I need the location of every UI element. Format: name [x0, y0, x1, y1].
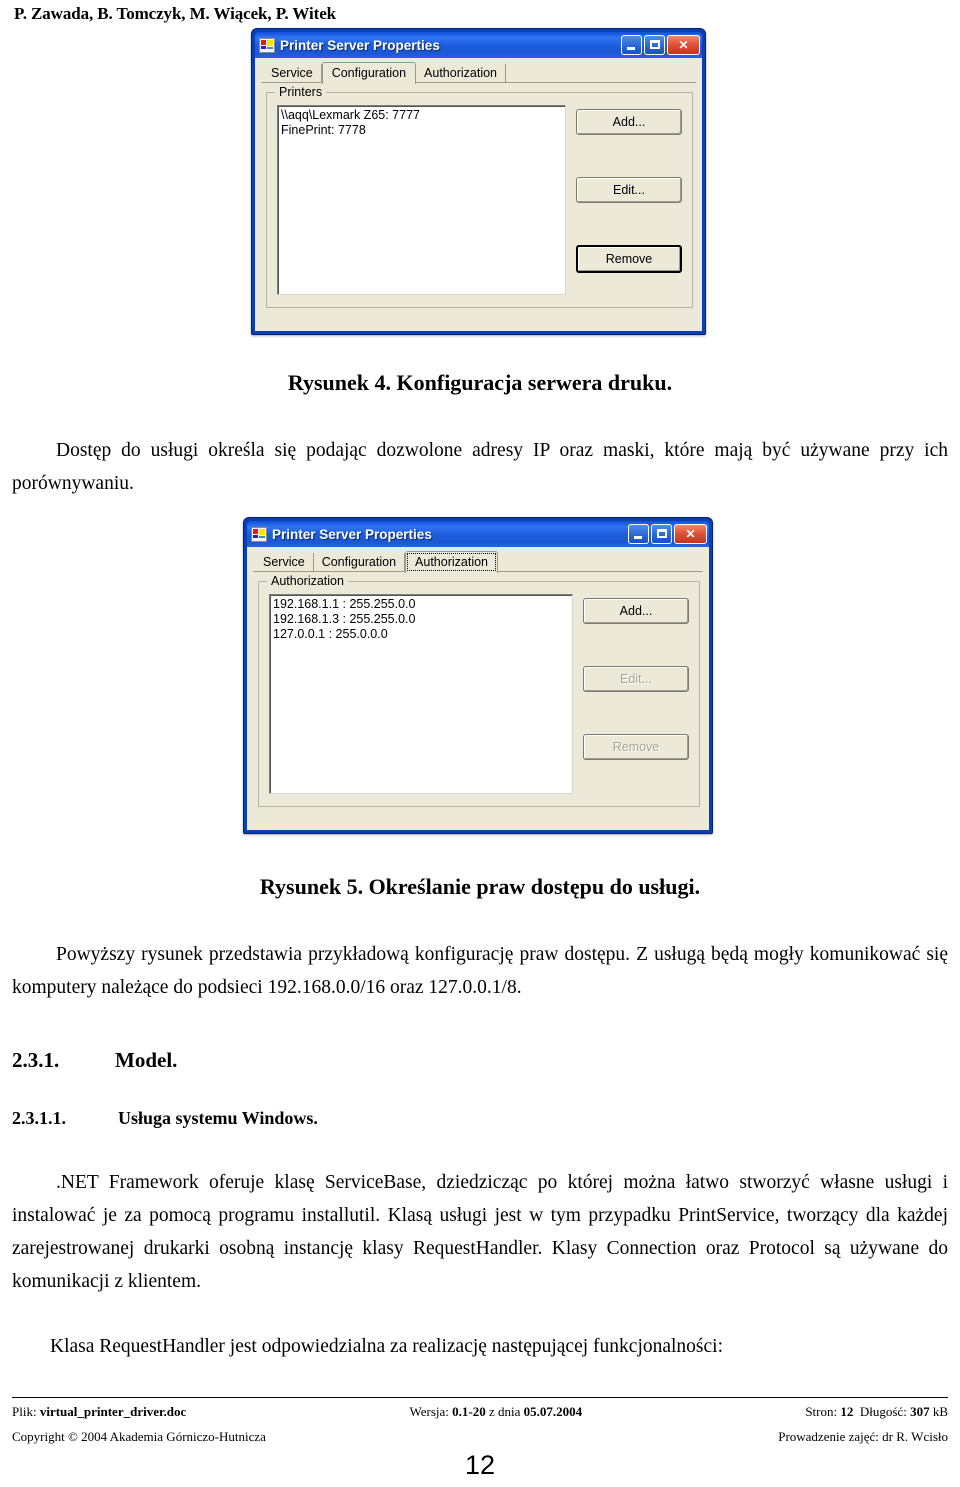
footer-pages-size: Stron: 12 Długość: 307 kB — [805, 1404, 948, 1420]
edit-button[interactable]: Edit... — [576, 177, 682, 203]
remove-button[interactable]: Remove — [576, 245, 682, 273]
maximize-icon[interactable] — [644, 35, 665, 55]
dialog1-title: Printer Server Properties — [280, 37, 440, 53]
footer-file-name: virtual_printer_driver.doc — [39, 1404, 187, 1419]
tab-authorization[interactable]: Authorization — [416, 64, 507, 83]
footer-file-label: Plik: — [12, 1404, 37, 1419]
footer-line-2: Copyright © 2004 Akademia Górniczo-Hutni… — [12, 1429, 948, 1445]
close-icon[interactable]: ✕ — [674, 524, 707, 544]
list-item[interactable]: 192.168.1.1 : 255.255.0.0 — [273, 597, 569, 612]
figure-5-caption: Rysunek 5. Określanie praw dostępu do us… — [259, 874, 701, 899]
authorization-button-column: Add... Edit... Remove — [583, 594, 689, 794]
dialog2-body: Service Configuration Authorization Auth… — [247, 547, 709, 830]
printers-groupbox-legend: Printers — [275, 85, 327, 99]
footer-version-date: 05.07.2004 — [523, 1404, 583, 1419]
remove-button: Remove — [583, 734, 689, 760]
footer-line-1: Plik: virtual_printer_driver.doc Wersja:… — [12, 1404, 948, 1420]
list-item[interactable]: 127.0.0.1 : 255.0.0.0 — [273, 627, 569, 642]
footer-size-unit: kB — [932, 1404, 948, 1419]
dialog2-window-controls: ✕ — [628, 524, 707, 544]
printer-server-icon — [251, 526, 267, 542]
footer-size-label: Długość: — [859, 1404, 907, 1419]
close-icon[interactable]: ✕ — [667, 35, 700, 55]
footer-instructor: Prowadzenie zajęć: dr R. Wcisło — [778, 1429, 948, 1444]
paragraph-4: Klasa RequestHandler jest odpowiedzialna… — [50, 1336, 724, 1357]
edit-button: Edit... — [583, 666, 689, 692]
dialog2-title: Printer Server Properties — [272, 526, 432, 542]
paragraph-2: Powyższy rysunek przedstawia przykładową… — [12, 944, 948, 998]
authorization-listbox[interactable]: 192.168.1.1 : 255.255.0.0 192.168.1.3 : … — [269, 594, 573, 794]
printers-groupbox: Printers \\aqq\Lexmark Z65: 7777 FinePri… — [266, 85, 693, 308]
footer-spacer — [266, 1429, 778, 1445]
tab-configuration[interactable]: Configuration — [314, 553, 406, 572]
tab-authorization[interactable]: Authorization — [405, 551, 499, 573]
page-number: 12 — [464, 1450, 496, 1480]
footer-pages-value: 12 — [840, 1404, 854, 1419]
heading-2-3-1-1-number: 2.3.1.1. — [12, 1108, 66, 1128]
add-button[interactable]: Add... — [583, 598, 689, 624]
printers-button-column: Add... Edit... Remove — [576, 105, 682, 295]
add-button[interactable]: Add... — [576, 109, 682, 135]
footer-version: Wersja: 0.1-20 z dnia 05.07.2004 — [186, 1404, 805, 1420]
page-header-authors: P. Zawada, B. Tomczyk, M. Wiącek, P. Wit… — [14, 4, 337, 23]
dialog1-titlebar[interactable]: Printer Server Properties ✕ — [255, 32, 702, 58]
footer-copyright: Copyright © 2004 Akademia Górniczo-Hutni… — [12, 1429, 266, 1444]
heading-2-3-1-text: Model. — [115, 1048, 178, 1072]
dialog2-titlebar[interactable]: Printer Server Properties ✕ — [247, 521, 709, 547]
tab-configuration[interactable]: Configuration — [321, 62, 417, 84]
printer-server-properties-dialog-configuration[interactable]: Printer Server Properties ✕ Service Conf… — [251, 28, 706, 335]
footer-file: Plik: virtual_printer_driver.doc — [12, 1404, 186, 1420]
list-item[interactable]: FinePrint: 7778 — [281, 123, 562, 138]
footer-version-label: Wersja: — [409, 1404, 449, 1419]
paragraph-3: .NET Framework oferuje klasę ServiceBase… — [12, 1172, 948, 1292]
printers-listbox[interactable]: \\aqq\Lexmark Z65: 7777 FinePrint: 7778 — [277, 105, 566, 295]
list-item[interactable]: \\aqq\Lexmark Z65: 7777 — [281, 108, 562, 123]
footer-divider — [12, 1397, 948, 1398]
heading-2-3-1-1-text: Usługa systemu Windows. — [118, 1108, 318, 1128]
heading-2-3-1-number: 2.3.1. — [12, 1048, 60, 1072]
dialog1-window-controls: ✕ — [621, 35, 700, 55]
tab-service[interactable]: Service — [255, 553, 314, 572]
footer-version-value: 0.1-20 — [452, 1404, 486, 1419]
authorization-groupbox: Authorization 192.168.1.1 : 255.255.0.0 … — [258, 574, 700, 807]
minimize-icon[interactable] — [628, 524, 649, 544]
list-item[interactable]: 192.168.1.3 : 255.255.0.0 — [273, 612, 569, 627]
dialog1-tabstrip: Service Configuration Authorization — [261, 62, 696, 84]
dialog2-tabstrip: Service Configuration Authorization — [253, 551, 703, 573]
figure-4-caption: Rysunek 4. Konfiguracja serwera druku. — [287, 370, 673, 395]
footer-size-value: 307 — [910, 1404, 930, 1419]
tab-service[interactable]: Service — [263, 64, 322, 83]
paragraph-1: Dostęp do usługi określa się podając doz… — [12, 440, 948, 494]
printer-server-properties-dialog-authorization[interactable]: Printer Server Properties ✕ Service Conf… — [243, 517, 713, 834]
maximize-icon[interactable] — [651, 524, 672, 544]
printer-server-icon — [259, 37, 275, 53]
dialog1-body: Service Configuration Authorization Prin… — [255, 58, 702, 331]
footer-pages-label: Stron: — [805, 1404, 838, 1419]
footer-version-mid: z dnia — [488, 1404, 521, 1419]
minimize-icon[interactable] — [621, 35, 642, 55]
authorization-groupbox-legend: Authorization — [267, 574, 348, 588]
